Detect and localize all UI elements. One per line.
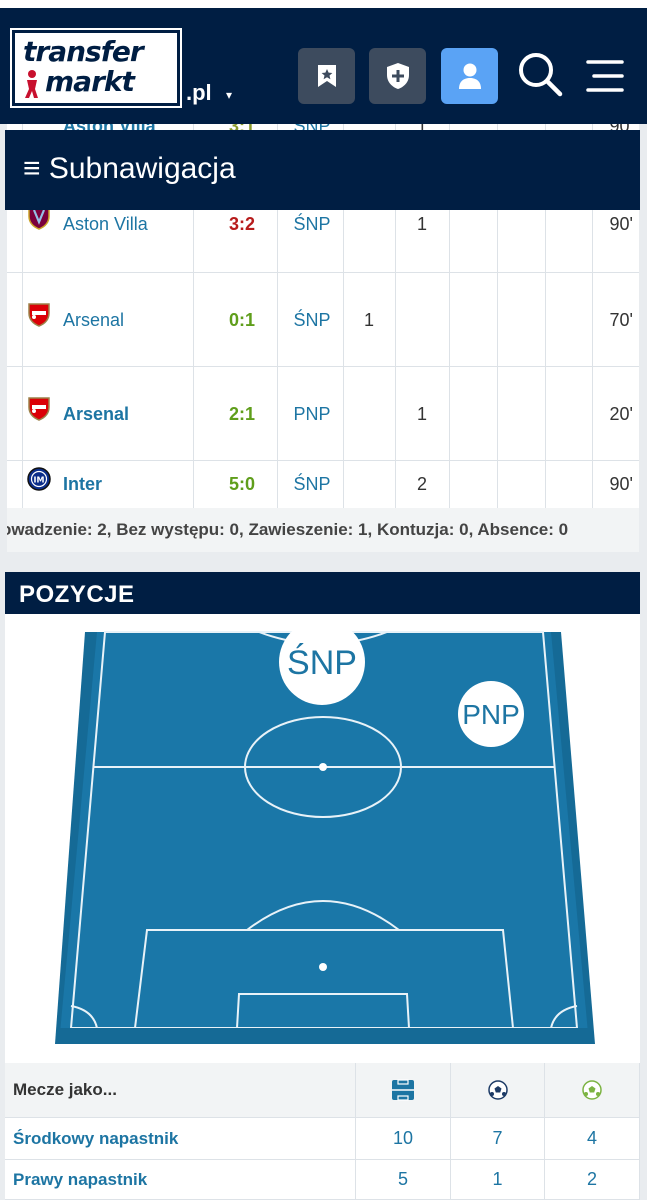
position-badge-centre-forward[interactable]: ŚNP <box>279 619 365 705</box>
penalty-spot <box>319 963 327 971</box>
shield-plus-icon <box>386 63 409 89</box>
pitch-icon <box>392 1079 414 1101</box>
subnavigation-title: Subnawigacja <box>48 152 236 185</box>
svg-text:IM: IM <box>34 476 45 485</box>
appearances-value[interactable]: 5 <box>356 1160 451 1200</box>
match-score[interactable]: 0:1 <box>207 310 277 331</box>
add-club-button[interactable] <box>369 48 426 104</box>
position-name-link[interactable]: Środkowy napastnik <box>5 1118 356 1160</box>
centre-spot <box>319 763 327 771</box>
table-row[interactable]: Prawy napastnik 5 1 2 <box>5 1160 640 1200</box>
table-summary-footer[interactable]: Prowadzenie: 2, Bez występu: 0, Zawiesze… <box>7 508 639 552</box>
appearances-value[interactable]: 10 <box>356 1118 451 1160</box>
badge-label: PNP <box>462 699 520 730</box>
logo-text-markt: markt <box>45 65 135 98</box>
club-link[interactable]: Aston Villa <box>63 214 148 235</box>
position-link[interactable]: PNP <box>279 404 345 425</box>
pitch-front-edge <box>59 1028 589 1044</box>
goals-value: 1 <box>363 310 374 330</box>
logo-player-icon <box>25 70 38 98</box>
bookmark-star-icon <box>317 65 336 87</box>
positions-stats-table: Mecze jako... Środkowy napastnik 10 7 4 … <box>5 1063 640 1200</box>
match-score[interactable]: 2:1 <box>207 404 277 425</box>
assists-value: 2 <box>416 474 427 494</box>
logo-text-transfer: transfer <box>23 35 144 68</box>
positions-title: POZYCJE <box>19 581 135 608</box>
position-link[interactable]: ŚNP <box>279 310 345 331</box>
assists-value: 4 <box>545 1118 640 1160</box>
column-header-assists[interactable] <box>545 1063 640 1118</box>
transfermarkt-logo[interactable]: transfer markt <box>10 28 182 108</box>
column-header-matches-as: Mecze jako... <box>5 1063 356 1118</box>
summary-text: Prowadzenie: 2, Bez występu: 0, Zawiesze… <box>7 520 569 539</box>
club-link[interactable]: Inter <box>63 474 102 495</box>
positions-header: POZYCJE <box>5 572 640 614</box>
inter-crest-icon: IM <box>27 467 51 491</box>
badge-label: ŚNP <box>287 643 357 682</box>
row-divider <box>7 460 639 461</box>
table-row[interactable]: Środkowy napastnik 10 7 4 <box>5 1118 640 1160</box>
column-header-appearances[interactable] <box>356 1063 451 1118</box>
site-header: transfer markt .pl ▾ <box>0 8 647 124</box>
match-score[interactable]: 3:2 <box>207 214 277 235</box>
minutes-value: 90' <box>609 474 633 494</box>
position-name-link[interactable]: Prawy napastnik <box>5 1160 356 1200</box>
table-row[interactable]: Aston Villa 3:2 ŚNP 1 90' <box>7 204 639 272</box>
row-divider <box>7 272 639 273</box>
chevron-down-icon[interactable]: ▾ <box>226 88 232 102</box>
goals-value: 7 <box>451 1118 545 1160</box>
position-link[interactable]: ŚNP <box>279 474 345 495</box>
watchlist-button[interactable] <box>298 48 355 104</box>
table-row[interactable]: Arsenal 2:1 PNP 1 20' <box>7 396 639 436</box>
column-header-goals[interactable] <box>451 1063 545 1118</box>
arsenal-crest-icon <box>28 397 50 421</box>
assists-value: 2 <box>545 1160 640 1200</box>
minutes-value: 90' <box>609 214 633 234</box>
football-pitch-diagram: ŚNP PNP <box>55 619 595 1044</box>
search-icon[interactable] <box>516 50 564 98</box>
row-divider <box>7 366 639 367</box>
football-icon <box>487 1080 508 1100</box>
subnavigation-bar[interactable]: ≡ Subnawigacja <box>5 130 640 210</box>
position-link[interactable]: ŚNP <box>279 214 345 235</box>
assists-value: 1 <box>416 214 427 234</box>
club-link[interactable]: Arsenal <box>63 310 124 331</box>
assists-value: 1 <box>416 404 427 424</box>
domain-suffix[interactable]: .pl <box>186 80 212 106</box>
club-link[interactable]: Arsenal <box>63 404 129 425</box>
position-badge-right-winger[interactable]: PNP <box>458 681 524 747</box>
table-header-row: Mecze jako... <box>5 1063 640 1118</box>
subnavigation-label: ≡ Subnawigacja <box>23 152 236 186</box>
minutes-value: 70' <box>609 310 633 330</box>
arsenal-crest-icon <box>28 303 50 327</box>
hamburger-menu-icon[interactable] <box>582 56 626 96</box>
hamburger-icon: ≡ <box>23 152 41 185</box>
table-row[interactable]: IM Inter 5:0 ŚNP 2 90' <box>7 464 639 504</box>
goal-box <box>235 993 411 1029</box>
table-row[interactable]: Arsenal 0:1 ŚNP 1 70' <box>7 302 639 342</box>
top-strip <box>0 0 647 8</box>
user-icon <box>458 63 481 89</box>
goals-value: 1 <box>451 1160 545 1200</box>
positions-section: POZYCJE ŚNP PNP Mecze jako... Środkowy n… <box>5 572 640 1200</box>
minutes-value: 20' <box>609 404 633 424</box>
football-green-icon <box>582 1080 602 1100</box>
match-score[interactable]: 5:0 <box>207 474 277 495</box>
profile-button[interactable] <box>441 48 498 104</box>
